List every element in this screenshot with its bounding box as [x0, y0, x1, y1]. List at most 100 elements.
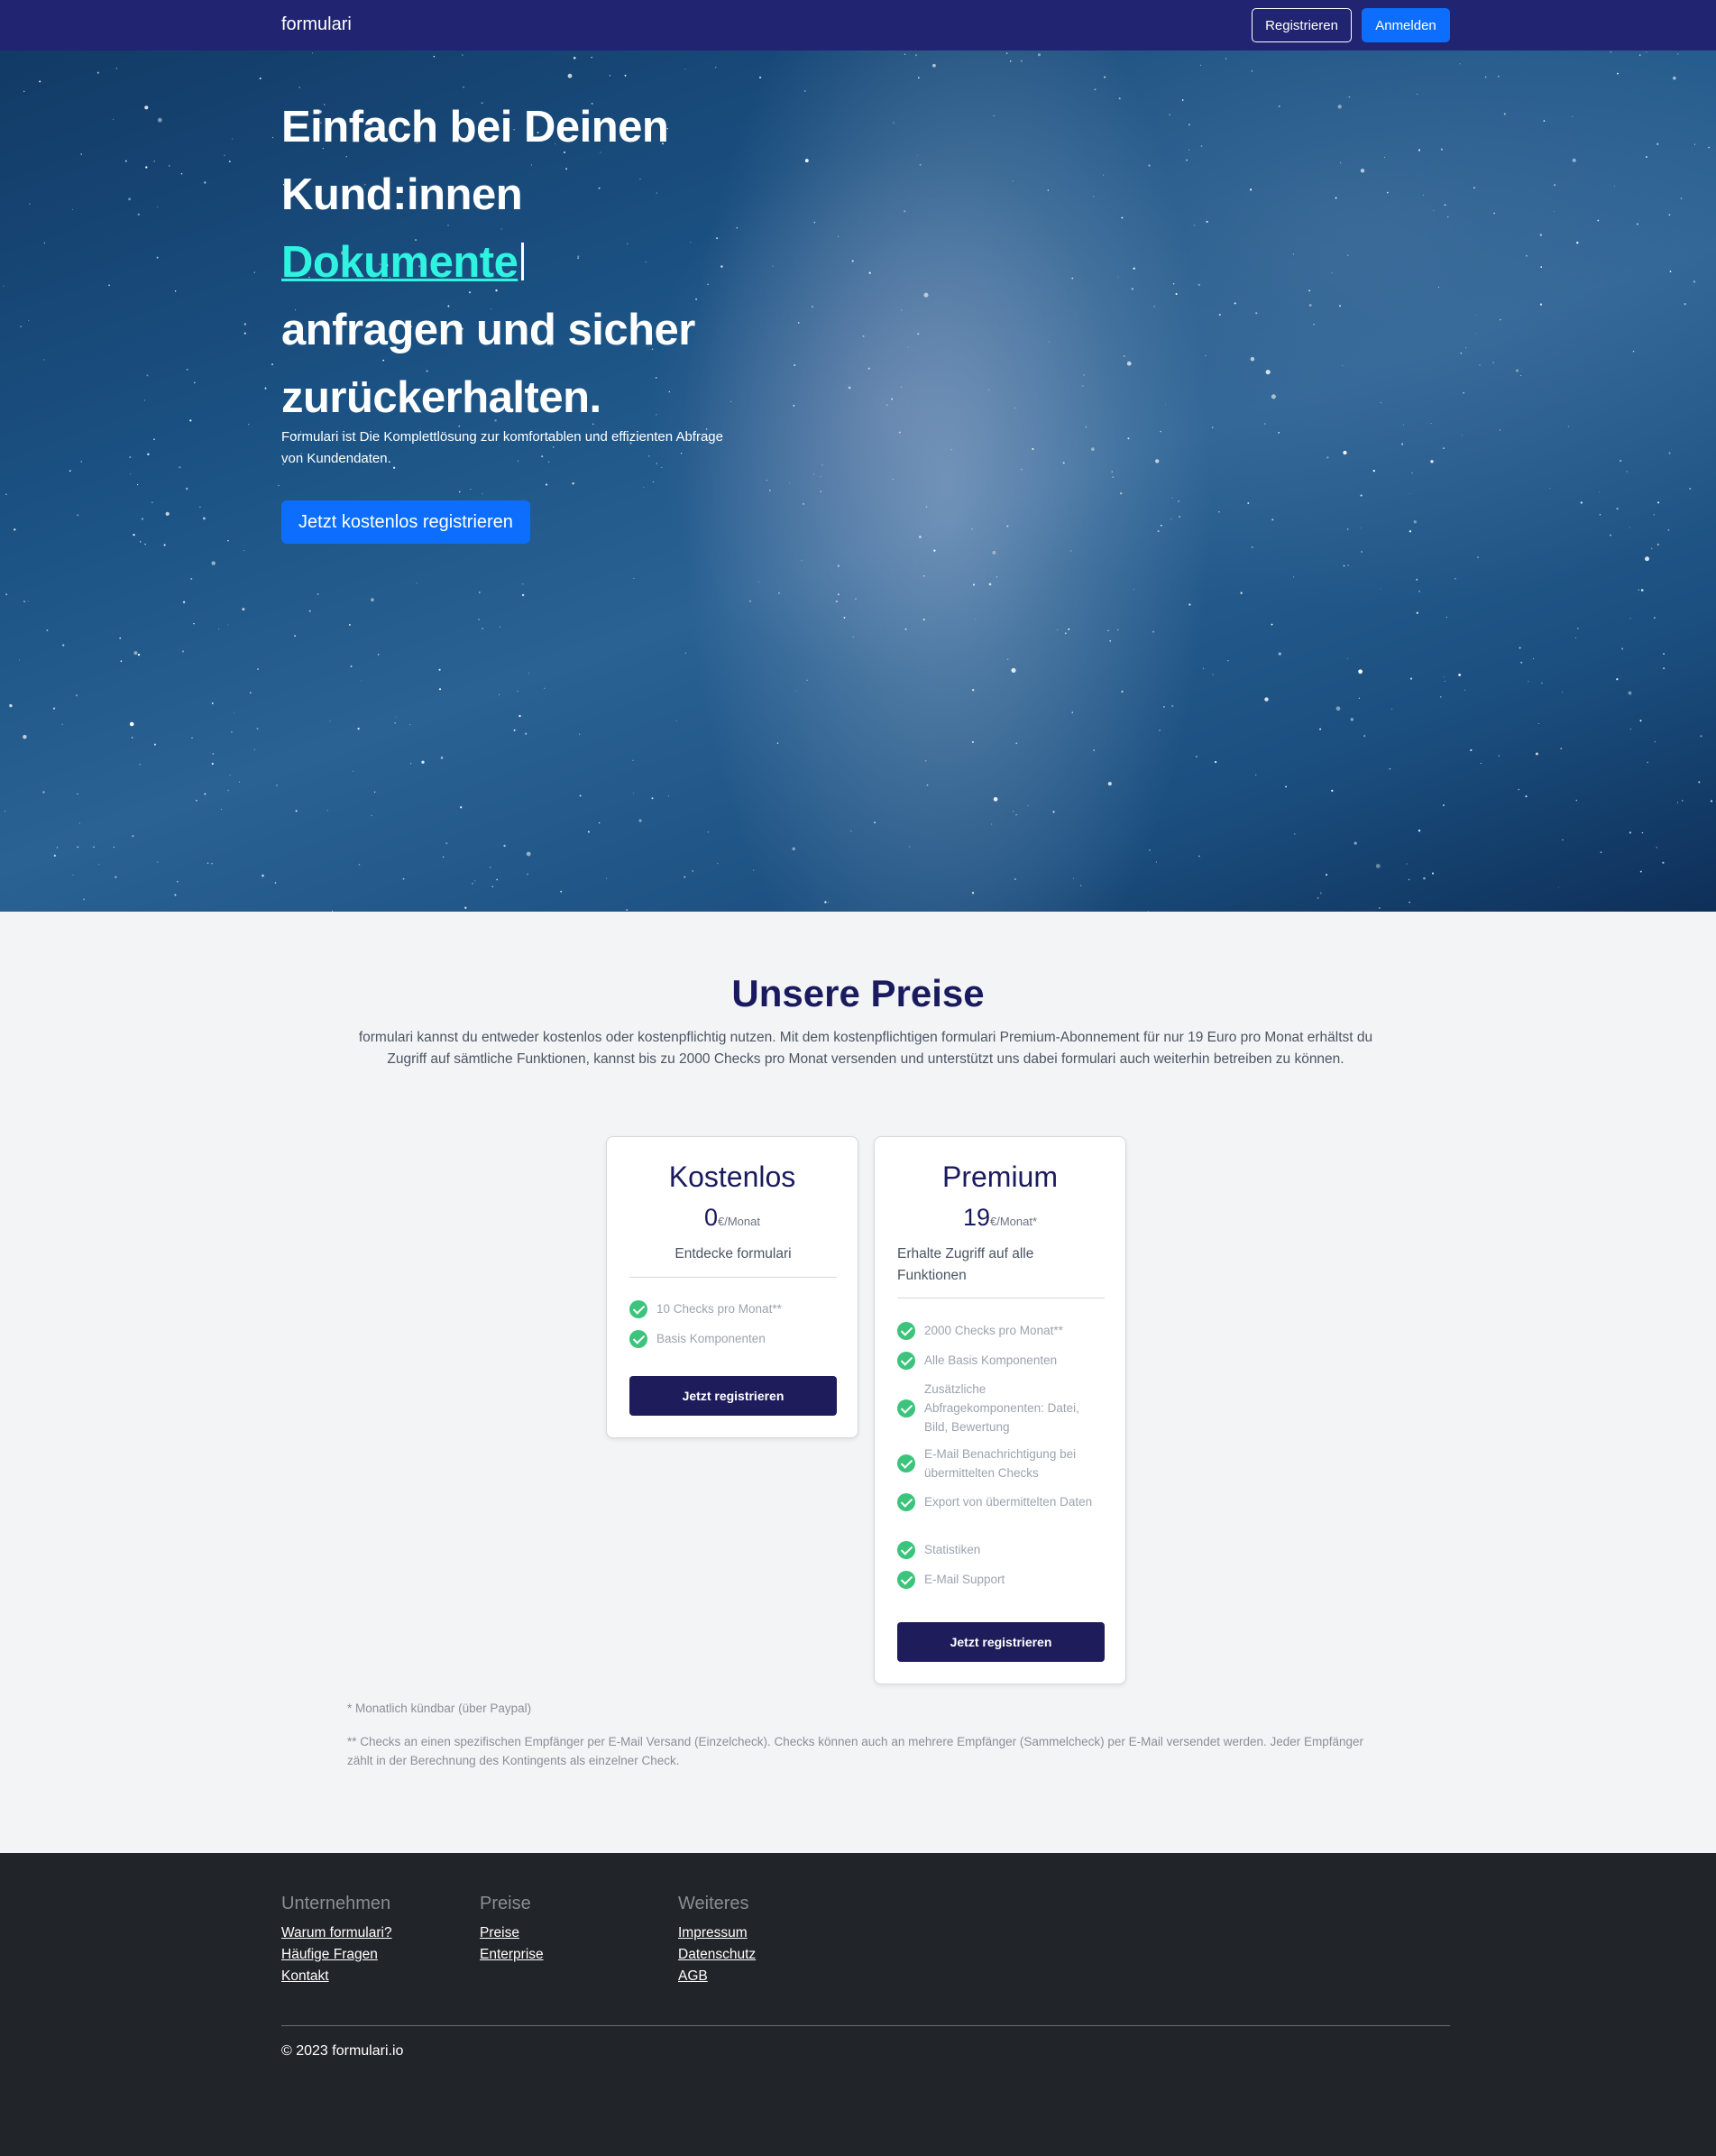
- brand-logo[interactable]: formulari: [281, 14, 352, 35]
- star: [1206, 220, 1208, 223]
- star: [1014, 878, 1016, 880]
- star: [651, 797, 654, 800]
- star: [1637, 223, 1638, 225]
- star: [1006, 525, 1009, 528]
- star: [1251, 546, 1253, 548]
- footer-divider: [281, 2025, 1450, 2026]
- footer-link-why[interactable]: Warum formulari?: [281, 1922, 392, 1944]
- footer-link-contact[interactable]: Kontakt: [281, 1966, 392, 1987]
- star: [1474, 315, 1476, 316]
- star: [1179, 516, 1180, 518]
- star: [1271, 623, 1273, 626]
- footer-link-imprint[interactable]: Impressum: [678, 1922, 756, 1944]
- star: [917, 154, 919, 156]
- free-register-button[interactable]: Jetzt registrieren: [629, 1376, 837, 1416]
- star: [1347, 254, 1349, 256]
- star: [119, 637, 122, 639]
- star: [801, 559, 803, 561]
- login-button[interactable]: Anmelden: [1362, 8, 1450, 42]
- star: [478, 592, 481, 593]
- star: [115, 876, 117, 878]
- star: [1653, 617, 1656, 619]
- star: [1326, 874, 1328, 876]
- star: [211, 561, 216, 565]
- star: [971, 892, 975, 895]
- star: [1104, 76, 1106, 78]
- star: [1126, 361, 1132, 366]
- star: [83, 898, 85, 901]
- star: [1121, 216, 1124, 219]
- footer-link-prices[interactable]: Preise: [480, 1922, 544, 1944]
- hero-title-line: zurückerhalten.: [281, 373, 601, 422]
- star: [626, 908, 629, 912]
- register-button[interactable]: Registrieren: [1252, 8, 1352, 42]
- star: [1335, 706, 1341, 711]
- star: [317, 593, 319, 595]
- star: [521, 593, 525, 597]
- star: [1326, 456, 1329, 459]
- star: [792, 847, 795, 851]
- star: [1264, 423, 1266, 425]
- star: [157, 861, 159, 863]
- footer-link-terms[interactable]: AGB: [678, 1966, 756, 1987]
- star: [1430, 460, 1434, 463]
- star: [1641, 831, 1644, 834]
- star: [932, 63, 936, 68]
- star: [1171, 497, 1173, 499]
- footer-link-privacy[interactable]: Datenschutz: [678, 1944, 756, 1966]
- star: [1599, 514, 1601, 516]
- footer-link-enterprise[interactable]: Enterprise: [480, 1944, 544, 1966]
- star: [1354, 841, 1357, 845]
- star: [1264, 697, 1269, 702]
- star: [1020, 60, 1023, 62]
- star: [1669, 271, 1672, 272]
- star: [115, 68, 118, 69]
- feature-text: Export von übermittelten Daten: [924, 1495, 1093, 1509]
- star: [1358, 697, 1361, 699]
- star: [1638, 589, 1640, 591]
- star: [971, 528, 973, 530]
- star: [522, 583, 524, 585]
- star: [1628, 691, 1632, 695]
- star: [3, 285, 5, 287]
- star: [717, 862, 719, 865]
- star: [157, 117, 162, 123]
- footer-link-faq[interactable]: Häufige Fragen: [281, 1944, 392, 1966]
- star: [1085, 426, 1087, 428]
- star: [1673, 76, 1676, 80]
- star: [1700, 735, 1702, 738]
- star: [909, 846, 911, 848]
- star: [1149, 849, 1151, 851]
- star: [1409, 677, 1413, 680]
- pricing-description: formulari kannst du entweder kostenlos o…: [358, 1030, 1373, 1067]
- star: [1293, 833, 1296, 835]
- feature-text: Statistiken: [924, 1543, 981, 1556]
- star: [1319, 728, 1322, 730]
- star: [120, 660, 123, 663]
- star: [1133, 267, 1135, 270]
- star: [491, 885, 494, 888]
- star: [1285, 785, 1287, 788]
- star: [684, 652, 687, 654]
- star: [239, 781, 240, 783]
- star: [1708, 146, 1710, 149]
- star: [793, 404, 795, 407]
- star: [71, 208, 73, 210]
- hero-register-button[interactable]: Jetzt kostenlos registrieren: [281, 500, 530, 544]
- star: [1599, 491, 1601, 493]
- star: [23, 601, 25, 602]
- star: [474, 880, 476, 882]
- star: [633, 578, 635, 579]
- star: [243, 323, 247, 326]
- star: [1682, 800, 1684, 802]
- star: [1387, 191, 1389, 194]
- premium-register-button[interactable]: Jetzt registrieren: [897, 1622, 1105, 1662]
- star: [1331, 789, 1334, 793]
- star: [489, 867, 491, 868]
- star: [1629, 618, 1631, 619]
- star: [1127, 437, 1130, 440]
- star: [69, 470, 71, 472]
- star: [1613, 186, 1615, 188]
- star: [1418, 590, 1421, 592]
- star: [1199, 64, 1201, 66]
